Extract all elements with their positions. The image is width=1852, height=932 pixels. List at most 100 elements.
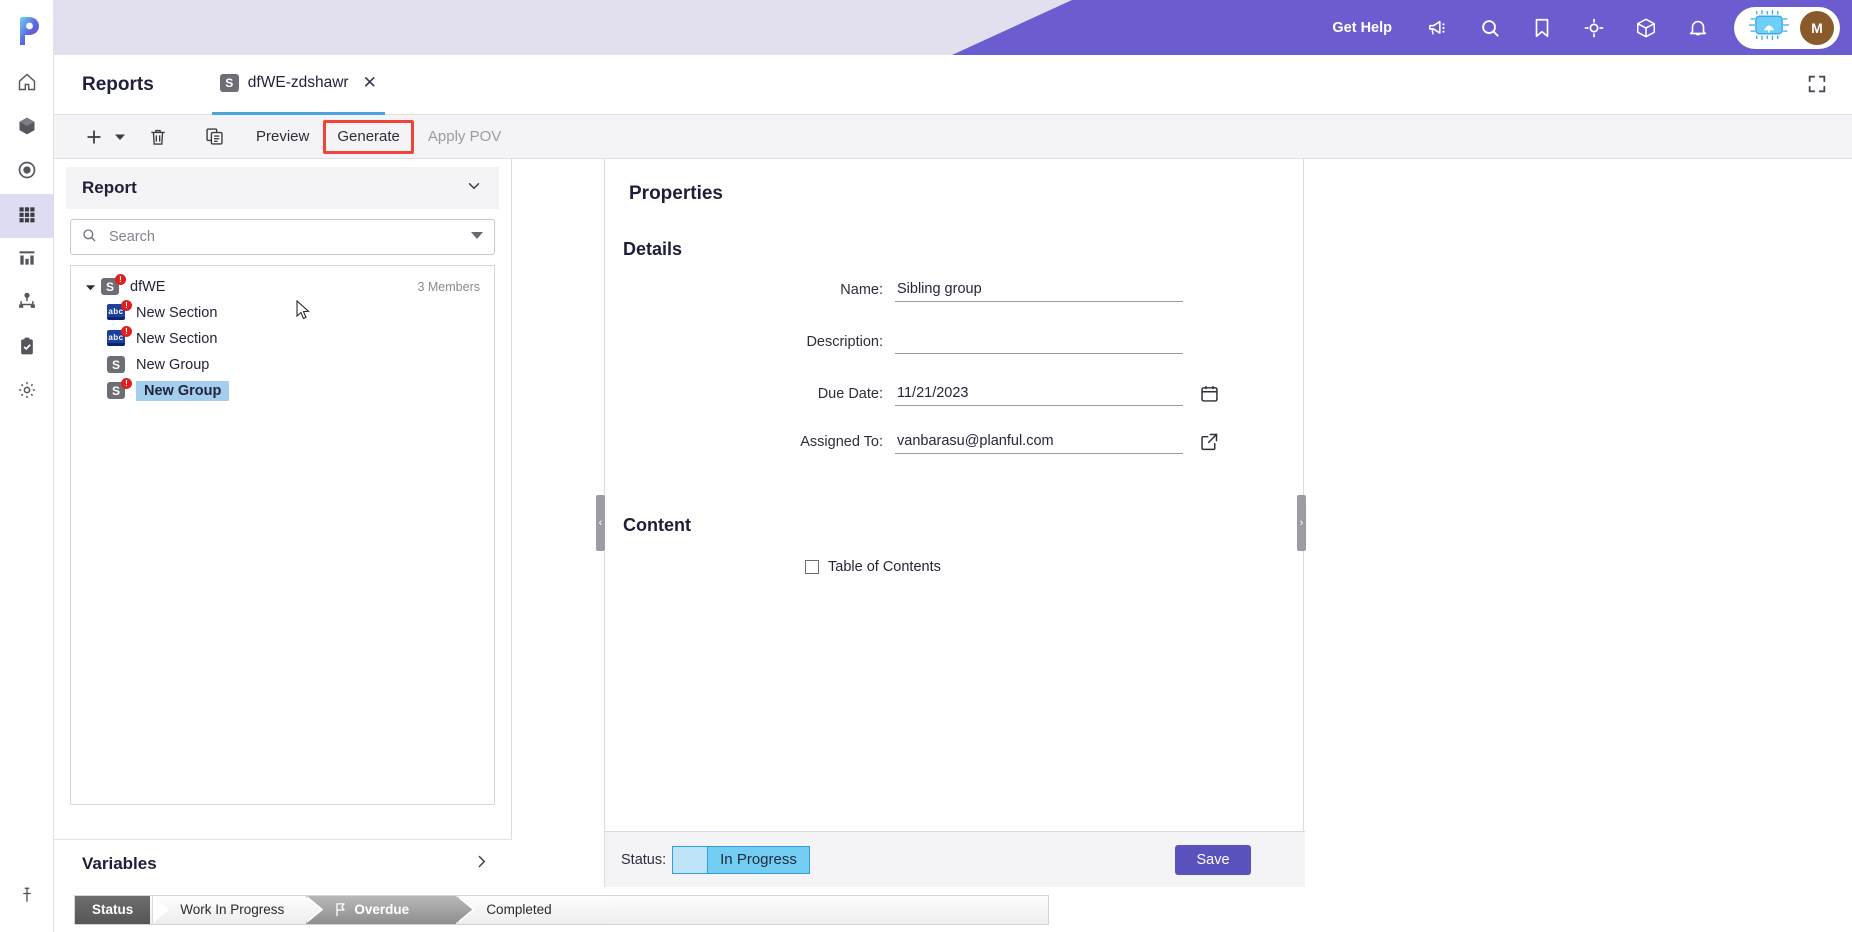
pin-icon[interactable] [0, 880, 54, 910]
field-name: Name: [605, 277, 1305, 302]
target-crosshair-icon[interactable] [1568, 0, 1620, 55]
chevron-right-icon[interactable] [473, 853, 490, 875]
workflow-step-label: Work In Progress [180, 902, 285, 917]
header-actions: Get Help M [1312, 0, 1852, 55]
avatar[interactable]: M [1800, 10, 1834, 45]
error-badge: ! [121, 326, 132, 337]
tree-item-label: New Group [136, 357, 210, 373]
cube-icon[interactable] [1620, 0, 1672, 55]
tree-row[interactable]: S New Group [71, 352, 494, 378]
grid-icon [17, 204, 37, 229]
sidebar-item-dashboards[interactable] [0, 238, 54, 282]
status-value[interactable]: In Progress [708, 845, 810, 874]
save-button[interactable]: Save [1175, 844, 1251, 875]
tab-bar: Reports S dfWE-zdshawr ✕ [54, 55, 1852, 115]
due-date-input[interactable] [895, 381, 1183, 406]
application-window: Get Help M Reports S dfWE-zdshawr ✕ Prev… [0, 0, 1852, 932]
bell-icon[interactable] [1672, 0, 1724, 55]
field-assigned-to: Assigned To: [605, 429, 1305, 454]
sidebar-item-reports[interactable] [0, 194, 54, 238]
document-toolbar: Preview Generate Apply POV [54, 115, 1852, 159]
generate-button[interactable]: Generate [323, 119, 414, 154]
content-title: Content [623, 515, 691, 535]
copy-icon[interactable] [186, 115, 242, 159]
tree-item-label-selected: New Group [136, 381, 230, 401]
status-color-swatch[interactable] [672, 845, 709, 874]
sidebar-item-structures[interactable] [0, 282, 54, 326]
field-description-label: Description: [806, 333, 883, 350]
report-panel-header: Report [66, 167, 499, 209]
table-of-contents-row: Table of Contents [605, 559, 1305, 575]
ai-chip-icon[interactable] [1748, 9, 1790, 46]
chevron-down-icon[interactable] [110, 115, 130, 159]
error-badge: ! [121, 300, 132, 311]
report-panel-title: Report [82, 178, 137, 197]
user-pill: M [1734, 6, 1840, 49]
search-box[interactable] [70, 219, 495, 255]
package-icon [17, 116, 37, 141]
table-of-contents-label: Table of Contents [828, 559, 941, 575]
field-due-date-label: Due Date: [817, 385, 883, 402]
sidebar-item-tasks[interactable] [0, 326, 54, 370]
tree-item-label: New Section [136, 331, 218, 347]
gear-icon [17, 380, 37, 405]
search-icon [81, 227, 97, 248]
tree-row[interactable]: abc ! New Section [71, 300, 494, 326]
right-panel-collapse-handle[interactable]: › [1297, 495, 1306, 551]
description-input[interactable] [895, 329, 1183, 354]
planful-logo[interactable] [0, 0, 54, 62]
plus-icon[interactable] [78, 115, 110, 159]
sidebar-item-settings[interactable] [0, 370, 54, 414]
trash-icon[interactable] [130, 115, 186, 159]
filter-caret-icon[interactable] [470, 228, 484, 247]
field-due-date: Due Date: [605, 381, 1305, 406]
assigned-to-input[interactable] [895, 429, 1183, 454]
search-input[interactable] [107, 228, 460, 246]
group-icon: S ! [101, 274, 126, 296]
workflow-step-overdue[interactable]: Overdue [306, 895, 457, 924]
search-icon[interactable] [1464, 0, 1516, 55]
external-link-icon[interactable] [1199, 431, 1220, 452]
tree-expand-toggle[interactable] [79, 282, 101, 293]
preview-button[interactable]: Preview [242, 122, 323, 152]
workflow-status-header: Status [75, 895, 151, 924]
tree-row[interactable]: abc ! New Section [71, 326, 494, 352]
tree-row[interactable]: S ! New Group [71, 378, 494, 404]
apply-pov-button[interactable]: Apply POV [414, 122, 515, 152]
close-icon[interactable]: ✕ [363, 73, 377, 93]
error-badge: ! [115, 274, 126, 285]
table-of-contents-checkbox[interactable] [805, 560, 819, 574]
fullscreen-icon[interactable] [1806, 73, 1830, 97]
calendar-icon[interactable] [1199, 383, 1220, 404]
rail-items [0, 62, 54, 414]
sidebar-item-home[interactable] [0, 62, 54, 106]
announcement-icon[interactable] [1412, 0, 1464, 55]
hierarchy-icon [17, 292, 37, 317]
workflow-steps: Status Work In Progress Overdue Complete… [74, 894, 1049, 925]
workflow-step-completed[interactable]: Completed [458, 895, 609, 924]
sidebar-item-scenarios[interactable] [0, 150, 54, 194]
properties-title: Properties [629, 183, 723, 204]
properties-footer: Status: In Progress Save [605, 831, 1305, 887]
tab-document-label: dfWE-zdshawr [247, 74, 349, 91]
chevron-down-icon[interactable] [465, 177, 483, 200]
variables-section[interactable]: Variables [54, 839, 512, 887]
group-icon: S ! [107, 378, 132, 400]
bookmark-icon[interactable] [1516, 0, 1568, 55]
workflow-step-label: Overdue [354, 902, 410, 917]
field-assigned-to-label: Assigned To: [800, 433, 883, 450]
tree-row[interactable]: S ! dfWE 3 Members [71, 274, 494, 300]
workflow-status-bar: Status Work In Progress Overdue Complete… [54, 887, 1852, 932]
get-help-button[interactable]: Get Help [1312, 20, 1412, 36]
member-count: 3 Members [417, 280, 480, 294]
workflow-step-work-in-progress[interactable]: Work In Progress [152, 895, 305, 924]
sidebar-item-modeling[interactable] [0, 106, 54, 150]
right-preview-pane [1305, 159, 1852, 887]
group-icon: S [219, 74, 239, 92]
left-panel-collapse-handle[interactable]: ‹ [596, 495, 605, 551]
name-input[interactable] [895, 277, 1183, 302]
home-icon [17, 72, 37, 97]
group-icon: S [107, 356, 129, 374]
tab-document[interactable]: S dfWE-zdshawr ✕ [211, 55, 385, 115]
chart-icon [17, 248, 37, 273]
